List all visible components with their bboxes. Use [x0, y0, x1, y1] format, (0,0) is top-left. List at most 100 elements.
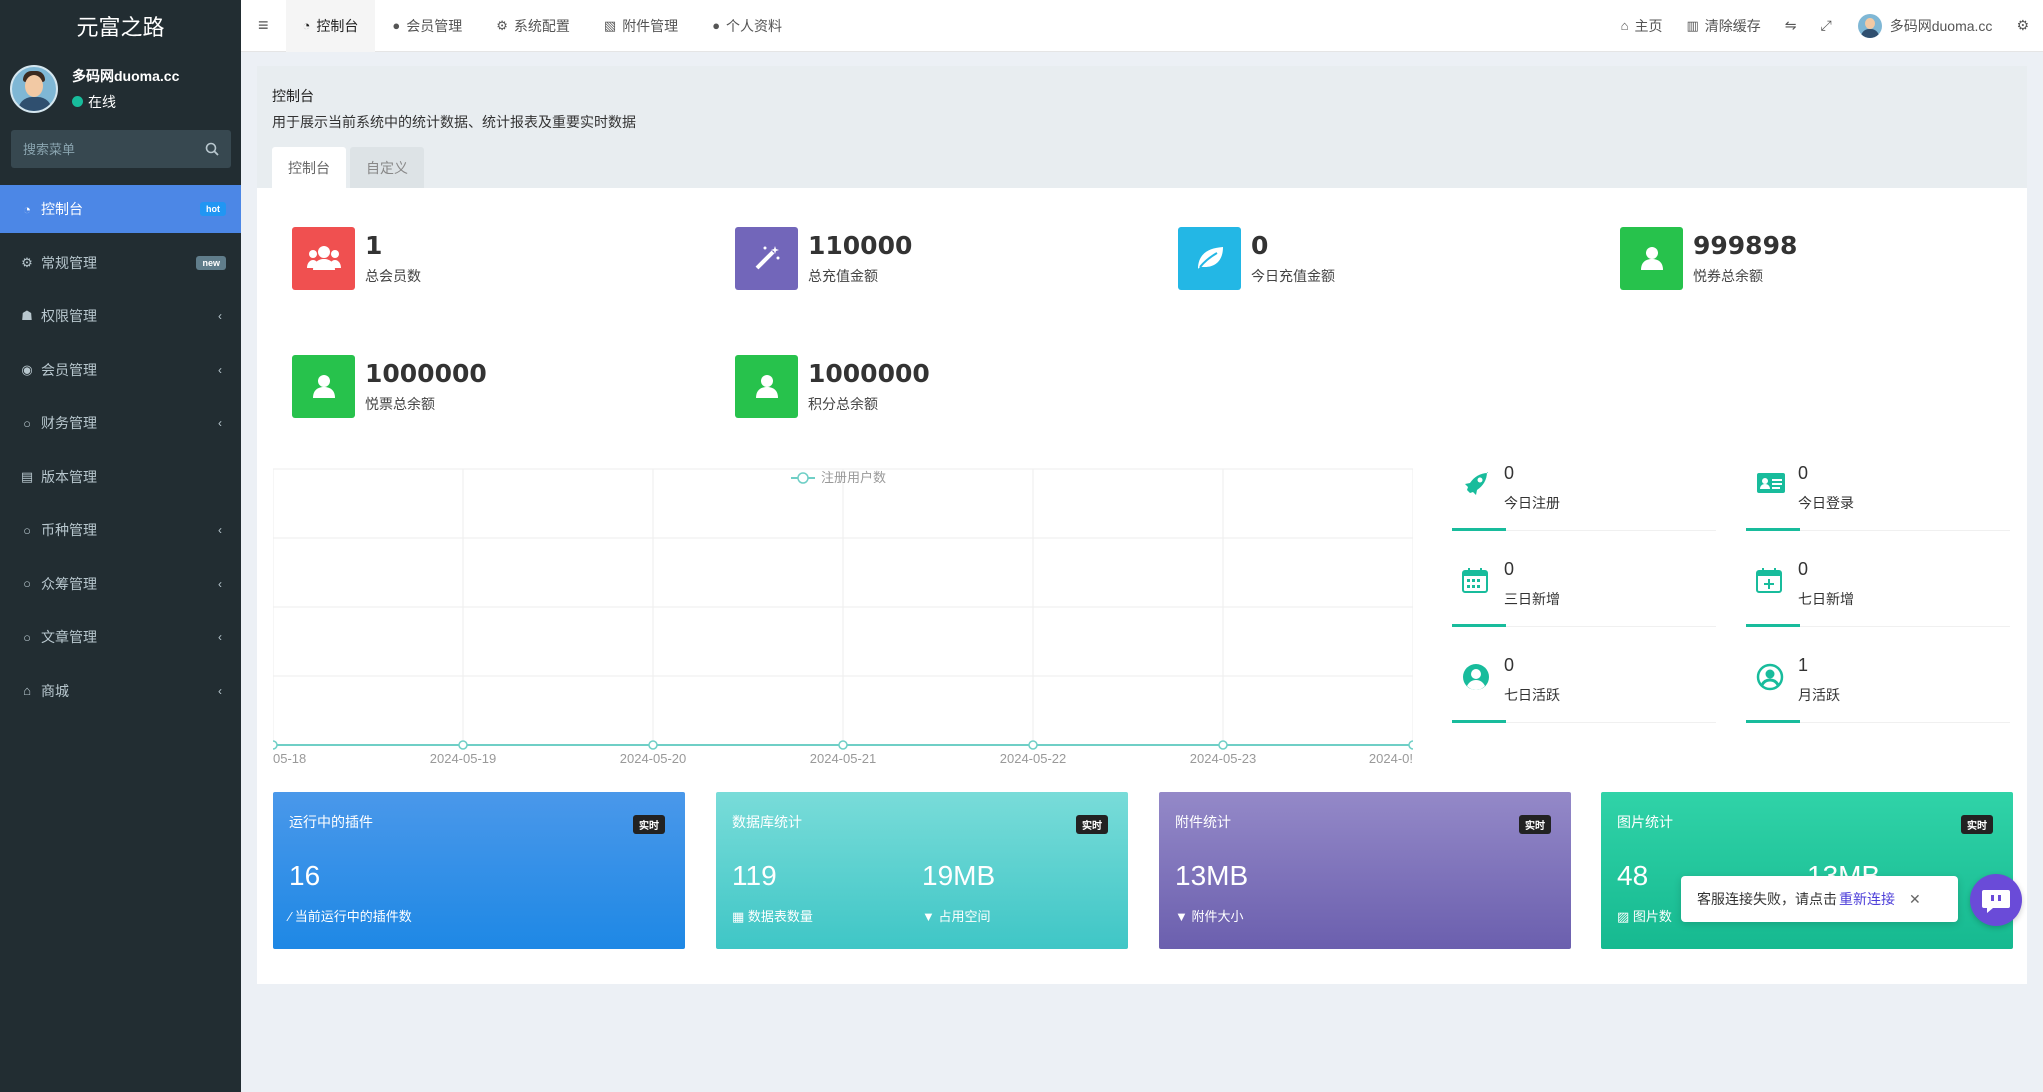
user-circle-icon	[1462, 663, 1492, 693]
mini-stat-label: 七日活跃	[1504, 687, 1560, 703]
sidebar-item-mall[interactable]: ⌂ 商城 ‹	[0, 667, 241, 715]
x-tick-label: 2024-05-20	[620, 751, 687, 766]
realtime-badge: 实时	[1961, 815, 1993, 834]
dashboard-icon: ◔	[302, 18, 311, 33]
card-sub-label: 图片数	[1632, 909, 1672, 924]
home-label: 主页	[1634, 17, 1663, 34]
data-point	[1408, 740, 1413, 750]
stat-value: 1000000	[365, 358, 487, 388]
home-link[interactable]: ⌂ 主页	[1609, 0, 1675, 52]
mini-stat-value: 0	[1798, 559, 1809, 579]
fullscreen-button[interactable]: ⤢	[1809, 0, 1844, 52]
tab-dashboard[interactable]: ◔ 控制台	[285, 0, 376, 52]
sidebar-item-label: 权限管理	[41, 308, 97, 324]
sidebar-item-member[interactable]: ◉ 会员管理 ‹	[0, 346, 241, 394]
tab-config[interactable]: ⚙ 系统配置	[479, 0, 587, 52]
sidebar-item-general[interactable]: ⚙ 常规管理 new	[0, 239, 241, 287]
circle-icon: ○	[23, 629, 31, 645]
brand-logo[interactable]: 元富之路	[0, 0, 241, 52]
card-sub-label: 数据表数量	[747, 909, 813, 924]
data-point	[648, 740, 658, 750]
user-circle-icon: ◉	[21, 361, 33, 377]
toast-text: 客服连接失败，请点击	[1697, 891, 1837, 907]
new-badge: new	[196, 255, 226, 270]
calendar-icon	[1462, 567, 1492, 597]
register-users-chart: 05-18 2024-05-19 2024-05-20 2024-05-21 2024-…	[273, 461, 1413, 771]
user-name: 多码网duoma.cc	[1889, 17, 1993, 34]
reconnect-link[interactable]: 重新连接	[1839, 889, 1895, 909]
mini-stat-value: 0	[1798, 463, 1809, 483]
chat-button[interactable]	[1970, 874, 2022, 926]
x-tick-label: 2024-05-21	[810, 751, 877, 766]
stat-label: 总会员数	[365, 267, 421, 284]
card-title: 图片统计	[1617, 814, 1673, 830]
translate-button[interactable]: ⇋	[1773, 0, 1809, 52]
menu-icon: ≡	[258, 15, 269, 35]
sidebar-item-auth[interactable]: ☗ 权限管理 ‹	[0, 292, 241, 340]
main-content: 控制台 用于展示当前系统中的统计数据、统计报表及重要实时数据 控制台 自定义 1…	[241, 53, 2043, 1092]
fullscreen-icon: ⤢	[1820, 17, 1832, 33]
close-icon[interactable]: ✕	[1909, 891, 1921, 908]
sidebar-item-crowdfunding[interactable]: ○ 众筹管理 ‹	[0, 560, 241, 608]
sidebar-item-label: 控制台	[41, 201, 83, 217]
stat-label: 总充值金额	[808, 267, 878, 284]
mini-stat-bar	[1452, 624, 1506, 627]
stat-label: 今日充值金额	[1251, 267, 1335, 284]
search-icon[interactable]	[205, 142, 219, 156]
sidebar-toggle-button[interactable]: ≡	[241, 0, 286, 52]
mini-stat-label: 三日新增	[1504, 591, 1560, 607]
vcard-icon	[1756, 471, 1786, 501]
sidebar-item-dashboard[interactable]: ◔ 控制台 hot	[0, 185, 241, 233]
mini-stat-label: 月活跃	[1798, 687, 1840, 703]
circle-icon: ○	[23, 415, 31, 431]
tab-dashboard[interactable]: 控制台	[272, 147, 346, 188]
rocket-icon	[1462, 471, 1492, 501]
tab-attachment[interactable]: ▧ 附件管理	[587, 0, 695, 52]
cogs-icon: ⚙	[2016, 17, 2029, 33]
realtime-badge: 实时	[1519, 815, 1551, 834]
avatar	[1857, 13, 1882, 38]
home-icon: ⌂	[23, 683, 31, 698]
calendar-plus-icon	[1756, 567, 1786, 597]
data-point	[838, 740, 848, 750]
card-value: 119	[732, 860, 777, 891]
legend-marker	[797, 472, 809, 484]
clear-cache-button[interactable]: ▥ 清除缓存	[1675, 0, 1773, 52]
sidebar-item-article[interactable]: ○ 文章管理 ‹	[0, 613, 241, 661]
sidebar: 元富之路 多码网duoma.cc 在线 ◔ 控制台 hot ⚙ 常规管理 new…	[0, 0, 241, 1092]
user-name: 多码网duoma.cc	[72, 67, 180, 84]
tab-custom[interactable]: 自定义	[350, 147, 424, 188]
leaf-icon	[1178, 226, 1241, 290]
mini-stat-value: 0	[1504, 655, 1515, 675]
sidebar-item-label: 会员管理	[41, 361, 97, 378]
card-sub-label: 当前运行中的插件数	[294, 909, 412, 924]
panel-tabs: 控制台 自定义	[272, 147, 428, 188]
card-sub-label: 占用空间	[938, 909, 991, 924]
mini-stat-label: 七日新增	[1798, 591, 1854, 607]
users-icon	[292, 226, 355, 290]
x-tick-label: 2024-05-22	[1000, 751, 1067, 766]
tab-member[interactable]: ● 会员管理	[375, 0, 479, 52]
mini-stat-bar	[1746, 720, 1800, 723]
circle-icon: ○	[23, 522, 31, 538]
tab-label: 会员管理	[406, 17, 463, 34]
stat-total-members: 1 总会员数	[292, 226, 712, 290]
tab-profile[interactable]: ● 个人资料	[695, 0, 799, 52]
sidebar-item-label: 文章管理	[41, 629, 97, 645]
stat-value: 1000000	[808, 358, 930, 388]
user-menu[interactable]: 多码网duoma.cc	[1844, 0, 2007, 52]
mini-stat-today-register: 0 今日注册	[1452, 461, 1716, 531]
mini-stat-value: 0	[1504, 463, 1515, 483]
sidebar-item-label: 众筹管理	[41, 575, 97, 592]
settings-button[interactable]: ⚙	[2006, 0, 2043, 52]
sidebar-item-finance[interactable]: ○ 财务管理 ‹	[0, 399, 241, 447]
sidebar-item-currency[interactable]: ○ 币种管理 ‹	[0, 506, 241, 554]
status-label: 在线	[88, 93, 116, 110]
search-input[interactable]	[23, 141, 183, 157]
card-images: 图片统计 实时 48 ▨ 图片数 13MB	[1601, 792, 2013, 949]
chevron-left-icon: ‹	[218, 630, 222, 644]
chevron-left-icon: ‹	[218, 683, 222, 698]
chevron-left-icon: ‹	[218, 309, 222, 323]
sidebar-item-version[interactable]: ▤ 版本管理	[0, 453, 241, 501]
chat-error-toast: 客服连接失败，请点击 重新连接 ✕	[1681, 876, 1958, 922]
